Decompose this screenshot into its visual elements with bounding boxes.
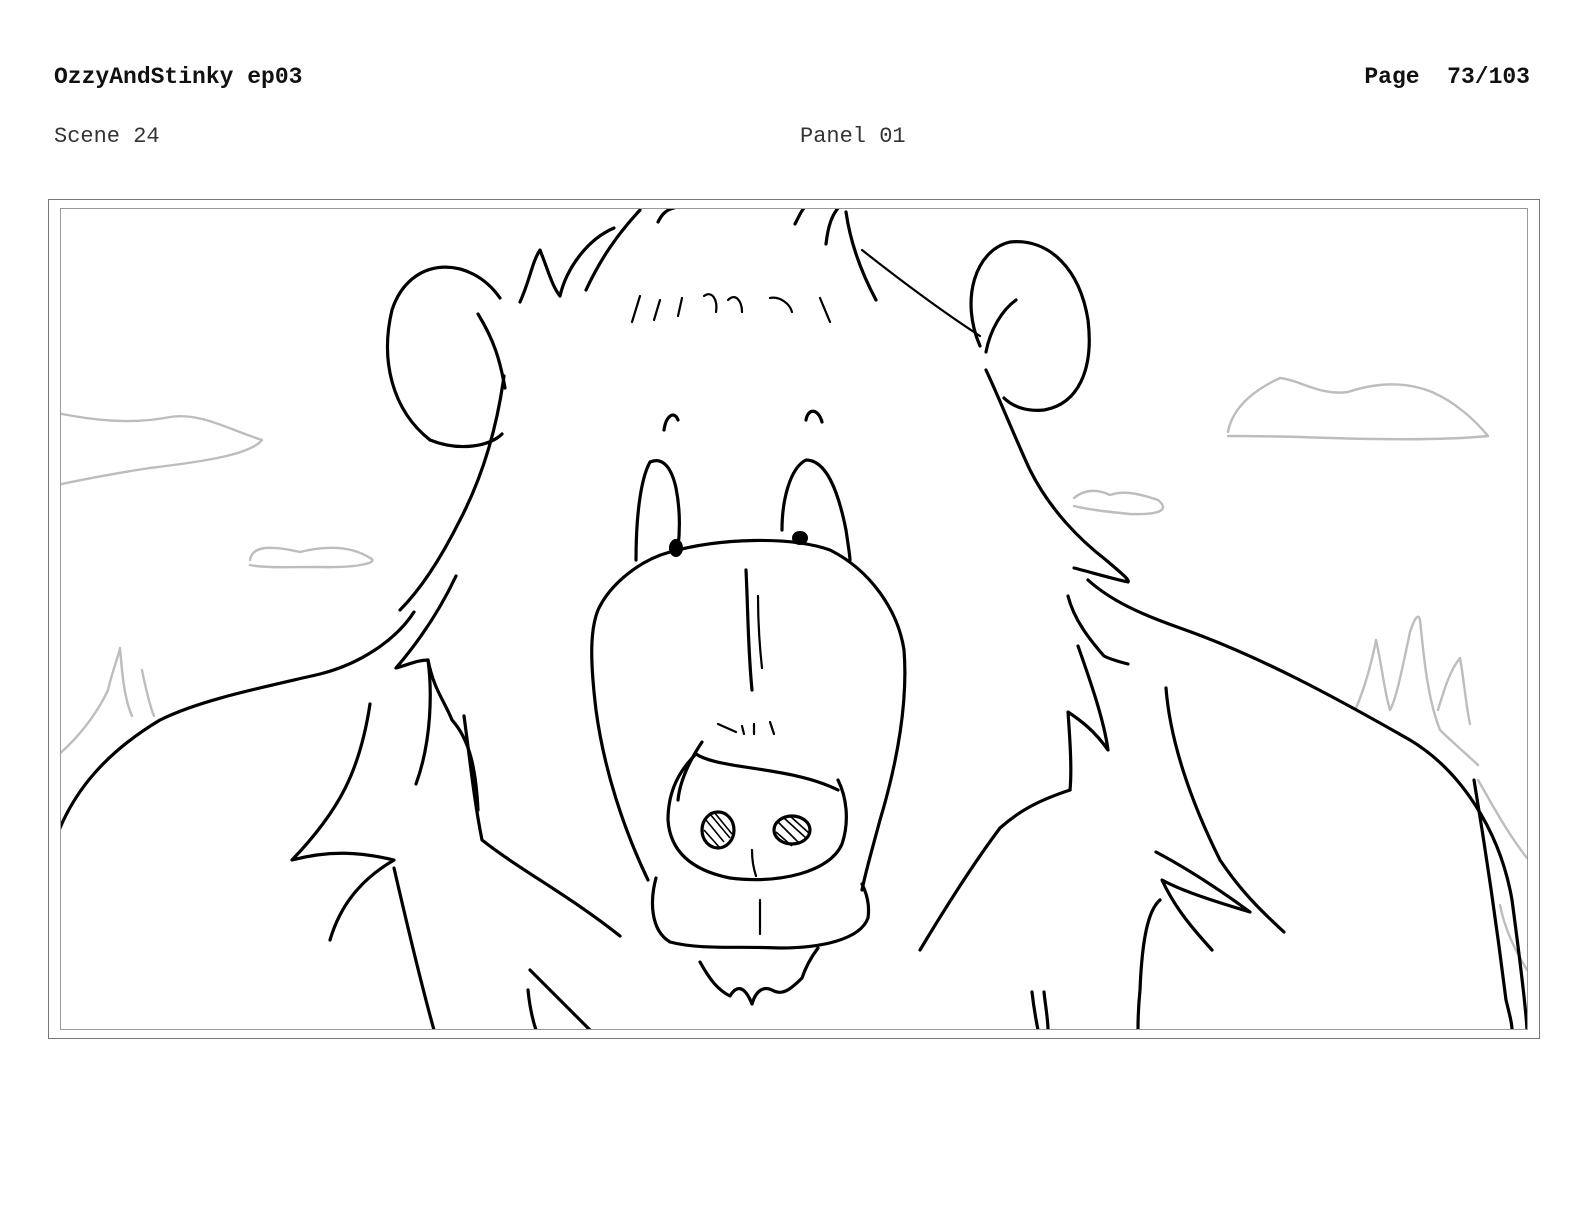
bear-sketch-icon xyxy=(61,209,1527,1029)
background-sketch xyxy=(61,376,1527,972)
bear-figure xyxy=(61,209,1527,1029)
